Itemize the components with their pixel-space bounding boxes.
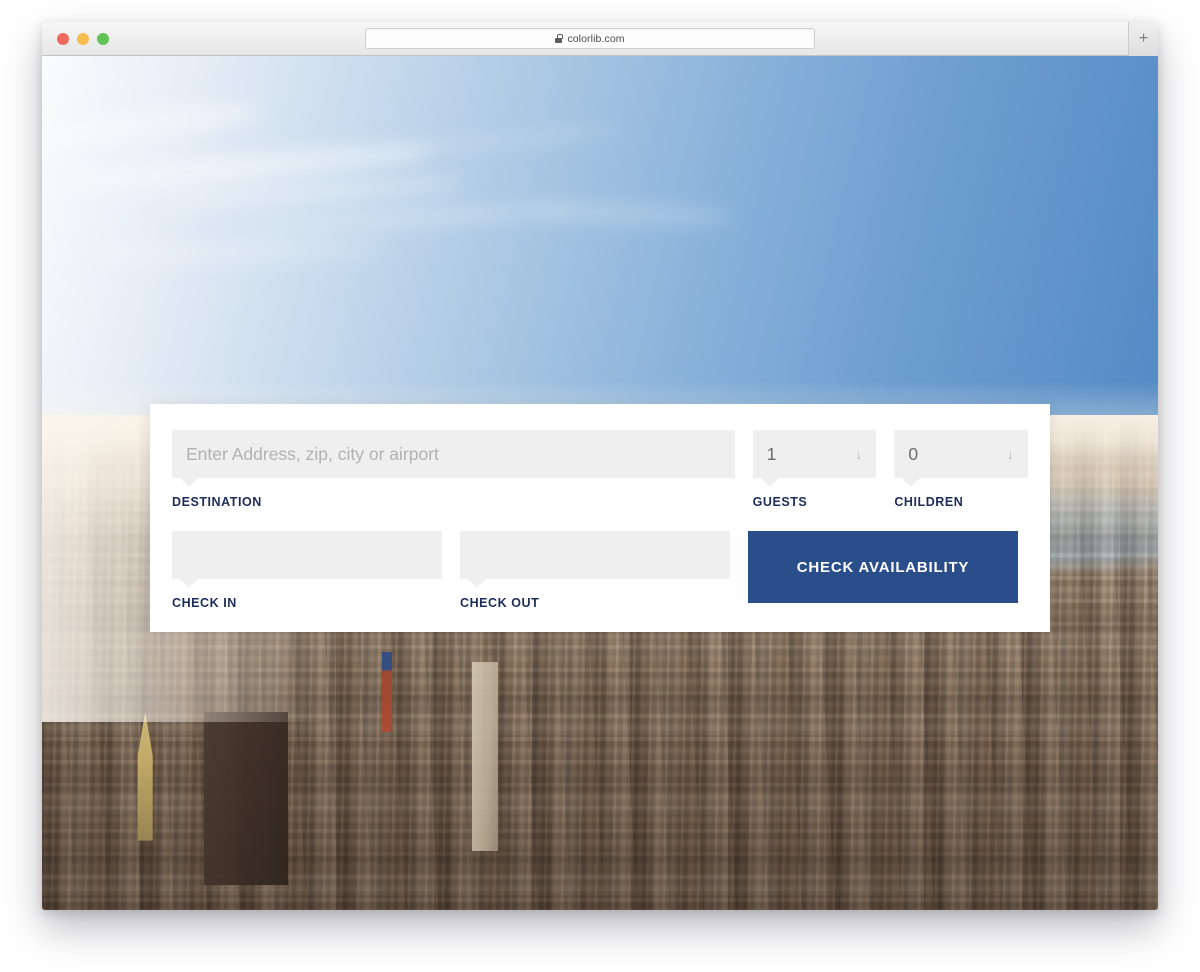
page-root: colorlib.com + Enter Address, zip, city … [0,0,1200,972]
browser-window: colorlib.com + Enter Address, zip, city … [42,22,1158,910]
cloud-wisp [97,237,389,266]
new-tab-button[interactable]: + [1128,22,1158,56]
field-notch [760,478,779,487]
address-bar-content: colorlib.com [555,32,625,45]
cloud-wisp [42,95,267,153]
children-field: 0 ↓ CHILDREN [894,430,1028,509]
minimize-window-button[interactable] [77,33,89,45]
address-bar[interactable]: colorlib.com [365,28,815,49]
destination-input-wrapper[interactable] [172,430,735,478]
children-select[interactable]: 0 ↓ [894,430,1028,478]
field-notch [902,478,921,487]
field-notch [468,579,486,588]
form-row-bottom: CHECK IN CHECK OUT CHECK AVAILABILITY [172,531,1028,610]
children-label: CHILDREN [894,495,964,509]
dark-tower-building [203,711,288,886]
check-out-input[interactable] [474,531,716,579]
close-window-button[interactable] [57,33,69,45]
check-in-label: CHECK IN [172,596,237,610]
arrow-down-icon: ↓ [855,446,863,462]
check-availability-button[interactable]: CHECK AVAILABILITY [748,531,1018,603]
check-in-input[interactable] [186,531,428,579]
url-text: colorlib.com [567,32,625,45]
check-out-label: CHECK OUT [460,596,540,610]
guests-label: GUESTS [752,495,808,509]
destination-label: DESTINATION [172,495,262,509]
browser-chrome-bar: colorlib.com + [42,22,1158,56]
destination-input[interactable] [186,430,721,478]
field-notch [180,478,198,487]
cloud-wisp [532,199,735,229]
check-in-input-wrapper[interactable] [172,531,442,579]
form-row-top: DESTINATION 1 ↓ GUESTS 0 ↓ [172,430,1028,509]
pale-tower-building [471,662,499,851]
cloud-wisp [376,123,623,159]
field-notch [180,579,198,588]
check-out-input-wrapper[interactable] [460,531,730,579]
guests-value: 1 [766,443,777,464]
guests-field: 1 ↓ GUESTS [752,430,877,509]
page-viewport: DESTINATION 1 ↓ GUESTS 0 ↓ [42,56,1158,910]
check-out-field: CHECK OUT [460,531,730,610]
maximize-window-button[interactable] [97,33,109,45]
construction-crane [382,652,393,732]
arrow-down-icon: ↓ [1007,446,1014,462]
lock-icon [555,34,563,43]
window-controls [57,33,109,45]
children-value: 0 [908,443,919,464]
guests-select[interactable]: 1 ↓ [752,430,877,478]
check-in-field: CHECK IN [172,531,442,610]
destination-field: DESTINATION [172,430,735,509]
booking-search-card: DESTINATION 1 ↓ GUESTS 0 ↓ [150,404,1050,632]
cloud-wisp [242,202,578,235]
